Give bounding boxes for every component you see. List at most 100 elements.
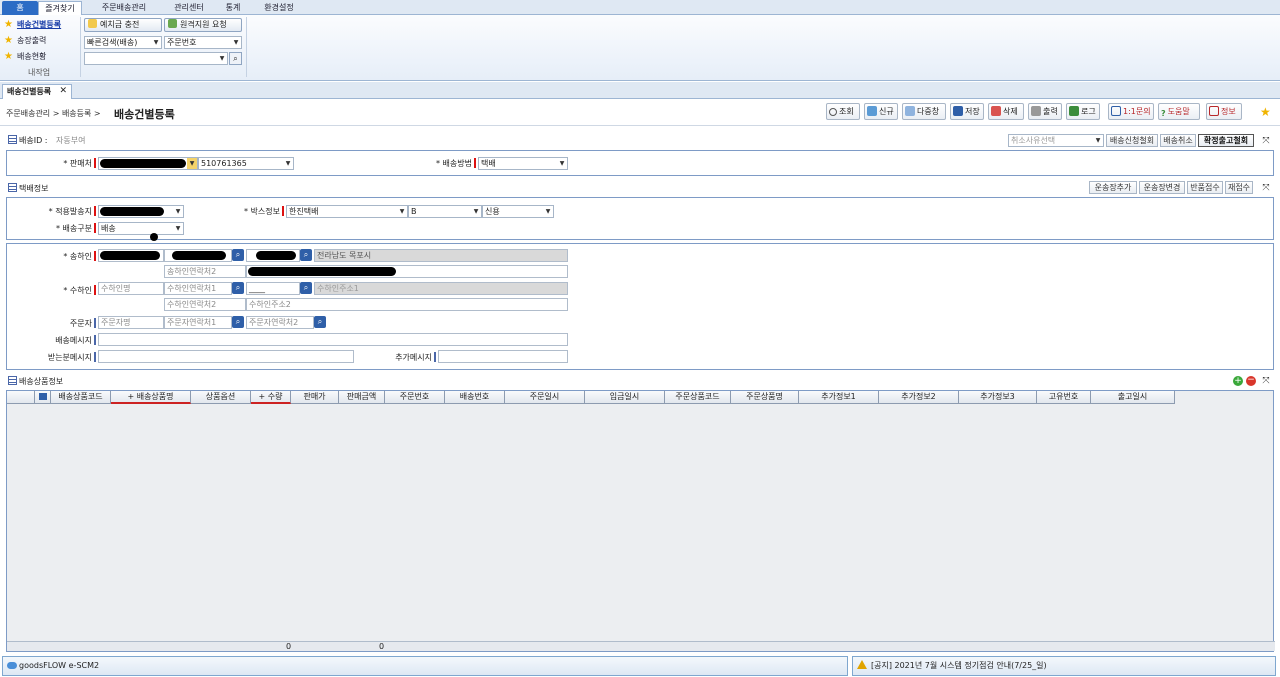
seller-code-select[interactable]: 510761365 ▼: [198, 157, 294, 170]
withdraw-delivery-request-button[interactable]: 배송신청철회: [1106, 134, 1158, 147]
tab-statistics[interactable]: 통계: [214, 1, 252, 15]
deposit-charge-button[interactable]: 예치금 충전: [84, 18, 162, 32]
info-button[interactable]: 정보: [1206, 103, 1242, 120]
orderer-name-field[interactable]: 주문자명: [98, 316, 164, 329]
box-payment-select[interactable]: 신용 ▼: [482, 205, 554, 218]
expand-icon[interactable]: ⤧: [1261, 136, 1271, 146]
tab-favorites[interactable]: 즐겨찾기: [38, 1, 82, 15]
star-icon[interactable]: ★: [1260, 105, 1271, 119]
quick-search-input[interactable]: ▼: [84, 52, 228, 65]
tab-home[interactable]: 홈: [2, 1, 38, 15]
search-icon[interactable]: ⌕: [232, 316, 244, 328]
receiver-address1-field[interactable]: 수하인주소1: [314, 282, 568, 295]
favorite-item-invoice-print[interactable]: ★ 송장출력: [4, 34, 46, 48]
add-row-icon[interactable]: +: [1233, 376, 1243, 386]
redacted-text: [100, 251, 160, 260]
courier-section-title: 택배정보: [8, 183, 48, 194]
column-header[interactable]: 추가정보2: [879, 391, 959, 404]
box-carrier-select[interactable]: 한진택배 ▼: [286, 205, 408, 218]
delete-icon: [991, 106, 1001, 116]
column-header[interactable]: 주문번호: [385, 391, 445, 404]
help-button[interactable]: ? 도움말: [1158, 103, 1200, 120]
column-header[interactable]: 입금일시: [585, 391, 665, 404]
column-header[interactable]: 주문상품코드: [665, 391, 731, 404]
items-grid[interactable]: 배송상품코드 + 배송상품명 상품옵션 + 수량 판매가 판매금액 주문번호 배…: [6, 390, 1275, 652]
list-icon: [8, 135, 17, 144]
ribbon-tab-bar: 홈 즐겨찾기 주문배송관리 관리센터 통계 환경설정: [0, 0, 1280, 15]
extra-message-field[interactable]: [438, 350, 568, 363]
favorite-item-delivery-register[interactable]: ★ 배송건별등록: [4, 18, 61, 32]
tab-management-center[interactable]: 관리센터: [166, 1, 212, 15]
column-header[interactable]: 주문상품명: [731, 391, 799, 404]
print-button[interactable]: 출력: [1028, 103, 1062, 120]
favorite-item-delivery-status[interactable]: ★ 배송현황: [4, 50, 46, 64]
add-waybill-button[interactable]: 운송장추가: [1089, 181, 1137, 194]
column-header[interactable]: 배송번호: [445, 391, 505, 404]
search-icon[interactable]: ⌕: [314, 316, 326, 328]
save-button[interactable]: 저장: [950, 103, 984, 120]
delete-button[interactable]: 삭제: [988, 103, 1024, 120]
tab-order-delivery[interactable]: 주문배송관리: [84, 1, 164, 15]
column-header[interactable]: 상품옵션: [191, 391, 251, 404]
search-icon[interactable]: ⌕: [300, 249, 312, 261]
orderer-phone1-field[interactable]: 주문자연락처1: [164, 316, 232, 329]
delivery-method-select[interactable]: 택배 ▼: [478, 157, 568, 170]
column-header[interactable]: 판매가: [291, 391, 339, 404]
column-header[interactable]: 주문일시: [505, 391, 585, 404]
delivery-message-field[interactable]: [98, 333, 568, 346]
column-header[interactable]: + 배송상품명: [111, 391, 191, 404]
search-icon[interactable]: ⌕: [232, 249, 244, 261]
receiver-phone2-field[interactable]: 수하인연락처2: [164, 298, 246, 311]
redacted-text: [256, 251, 296, 260]
search-icon[interactable]: ⌕: [232, 282, 244, 294]
tab-settings[interactable]: 환경설정: [254, 1, 304, 15]
column-header[interactable]: 판매금액: [339, 391, 385, 404]
re-receipt-button[interactable]: 재접수: [1225, 181, 1253, 194]
orderer-phone2-field[interactable]: 주문자연락처2: [246, 316, 314, 329]
sender-address1-field[interactable]: 전라남도 목포시: [314, 249, 568, 262]
select-all-checkbox[interactable]: [35, 391, 51, 404]
receiver-zip-field[interactable]: ____: [246, 282, 300, 295]
extra-message-label: 추가메시지: [370, 352, 436, 363]
sender-phone2-field[interactable]: 송하인연락처2: [164, 265, 246, 278]
expand-icon[interactable]: ⤧: [1261, 183, 1271, 193]
column-header[interactable]: 추가정보3: [959, 391, 1037, 404]
new-button[interactable]: 신규: [864, 103, 898, 120]
grid-summary-row: 0 0: [7, 641, 1275, 651]
search-button[interactable]: 조회: [826, 103, 860, 120]
search-icon[interactable]: ⌕: [300, 282, 312, 294]
cancel-delivery-button[interactable]: 배송취소: [1160, 134, 1196, 147]
change-waybill-button[interactable]: 운송장변경: [1139, 181, 1185, 194]
multi-window-button[interactable]: 다중창: [902, 103, 946, 120]
remote-support-button[interactable]: 원격지원 요청: [164, 18, 242, 32]
redacted-text: [100, 159, 186, 168]
remove-row-icon[interactable]: −: [1246, 376, 1256, 386]
search-icon[interactable]: ⌕: [229, 52, 242, 65]
receiver-name-field[interactable]: 수하인명: [98, 282, 164, 295]
column-header[interactable]: 고유번호: [1037, 391, 1091, 404]
column-header[interactable]: + 수량: [251, 391, 291, 404]
document-tab-delivery-register[interactable]: 배송건별등록 ✕: [2, 84, 72, 99]
receiver-address2-field[interactable]: 수하인주소2: [246, 298, 568, 311]
close-icon[interactable]: ✕: [59, 85, 67, 98]
quick-search-type-select[interactable]: 빠른검색(배송) ▼: [84, 36, 162, 49]
chevron-down-icon: ▼: [545, 208, 551, 215]
log-button[interactable]: 로그: [1066, 103, 1100, 120]
box-size-select[interactable]: B ▼: [408, 205, 482, 218]
return-receipt-button[interactable]: 반품접수: [1187, 181, 1223, 194]
column-header[interactable]: 배송상품코드: [51, 391, 111, 404]
courier-section: [6, 197, 1274, 240]
delivery-type-select[interactable]: 배송 ▼: [98, 222, 184, 235]
recipient-message-field[interactable]: [98, 350, 354, 363]
expand-icon[interactable]: ⤧: [1261, 376, 1271, 386]
quick-search-field-select[interactable]: 주문번호 ▼: [164, 36, 242, 49]
column-header[interactable]: 출고일시: [1091, 391, 1175, 404]
inquiry-button[interactable]: 1:1문의: [1108, 103, 1154, 120]
withdraw-confirmed-shipment-button[interactable]: 확정출고철회: [1198, 134, 1254, 147]
column-header[interactable]: 추가정보1: [799, 391, 879, 404]
status-bar-notice[interactable]: [공지] 2021년 7월 시스템 정기점검 안내(7/25_일): [852, 656, 1276, 676]
box-info-label: * 박스정보: [220, 206, 284, 217]
cancel-reason-select[interactable]: 취소사유선택 ▼: [1008, 134, 1104, 147]
seller-label: * 판매처: [40, 158, 96, 169]
receiver-phone1-field[interactable]: 수하인연락처1: [164, 282, 232, 295]
